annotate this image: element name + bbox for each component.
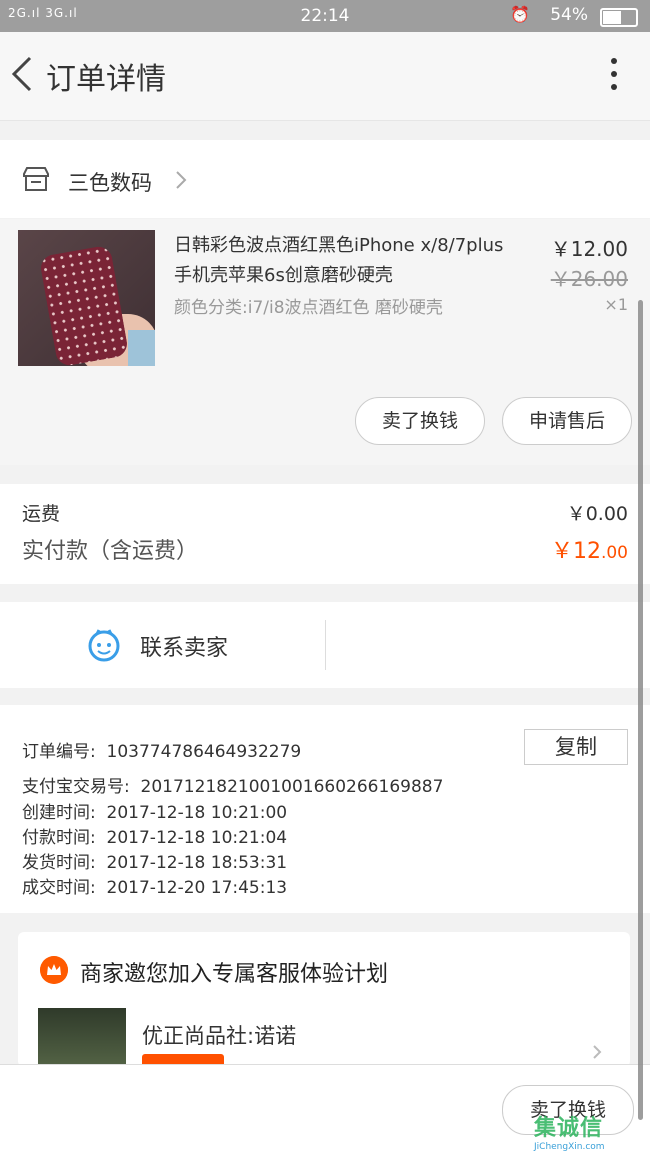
status-bar: 2G.ıl 3G.ıl 22:14 ⏰ 54% (0, 0, 650, 32)
order-number: 103774786464932279 (106, 742, 302, 762)
bottom-action-bar: 卖了换钱 集诚信 JiChengXin.com (0, 1064, 650, 1156)
shipping-value: ￥0.00 (566, 503, 628, 525)
product-price: ￥12.00 (550, 237, 628, 261)
chevron-right-icon (176, 171, 187, 189)
sell-button[interactable]: 卖了换钱 (355, 397, 485, 445)
order-info: 订单编号: 103774786464932279 复制 支付宝交易号: 2017… (0, 705, 650, 913)
product-sku: 颜色分类:i7/i8波点酒红色 磨砂硬壳 (174, 298, 443, 318)
done-row: 成交时间: 2017-12-20 17:45:13 (22, 878, 288, 898)
alipay-number: 2017121821001001660266169887 (140, 777, 444, 797)
order-item[interactable]: 日韩彩色波点酒红黑色iPhone x/8/7plus手机壳苹果6s创意磨砂硬壳 … (0, 219, 650, 465)
battery-percent: 54% (550, 5, 588, 25)
battery-icon (600, 8, 638, 27)
page-title: 订单详情 (46, 62, 166, 97)
chevron-right-icon (593, 1045, 602, 1059)
header: 订单详情 (0, 32, 650, 121)
copy-button[interactable]: 复制 (524, 729, 628, 765)
back-arrow-icon[interactable] (8, 54, 40, 94)
shipping-label: 运费 (22, 503, 61, 525)
divider (325, 620, 326, 670)
paid-row: 付款时间: 2017-12-18 10:21:04 (22, 828, 288, 848)
promo-title: 商家邀您加入专属客服体验计划 (80, 962, 389, 987)
paid-amount: ￥12.00 (550, 539, 628, 564)
watermark-logo: 集诚信 JiChengXin.com (534, 1116, 605, 1152)
chat-face-icon (88, 629, 120, 662)
product-quantity: ×1 (604, 295, 628, 314)
alipay-row: 支付宝交易号: 2017121821001001660266169887 (22, 777, 444, 797)
more-options-icon[interactable] (610, 58, 618, 94)
created-row: 创建时间: 2017-12-18 10:21:00 (22, 803, 288, 823)
fee-summary: 运费 ￥0.00 实付款（含运费） ￥12.00 (0, 484, 650, 584)
contact-bar: 联系卖家 (0, 602, 650, 688)
crown-icon (40, 956, 68, 984)
original-price: ￥26.00 (550, 267, 628, 291)
shop-row[interactable]: 三色数码 (0, 140, 650, 218)
after-sale-button[interactable]: 申请售后 (502, 397, 632, 445)
product-title: 日韩彩色波点酒红黑色iPhone x/8/7plus手机壳苹果6s创意磨砂硬壳 (174, 235, 504, 286)
store-icon (23, 167, 49, 191)
order-number-row: 订单编号: 103774786464932279 (22, 742, 302, 762)
alarm-icon: ⏰ (510, 5, 530, 24)
shop-name: 三色数码 (68, 171, 152, 195)
seller-name: 优正尚品社:诺诺 (142, 1024, 297, 1048)
shipped-row: 发货时间: 2017-12-18 18:53:31 (22, 853, 288, 873)
contact-seller-button[interactable]: 联系卖家 (140, 630, 228, 662)
scrollbar[interactable] (638, 300, 643, 1120)
service-plan-card[interactable]: 商家邀您加入专属客服体验计划 优正尚品社:诺诺 (18, 932, 630, 1078)
paid-label: 实付款（含运费） (22, 539, 199, 564)
product-thumbnail[interactable] (18, 230, 155, 366)
